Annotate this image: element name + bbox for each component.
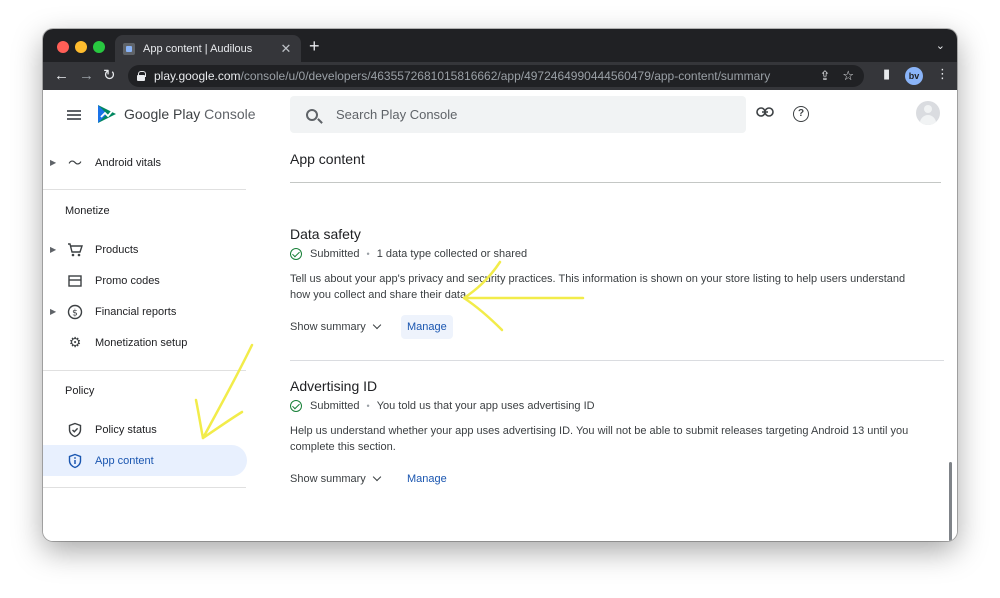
expand-caret-icon[interactable]: ▶: [50, 307, 56, 316]
sidebar-item-policy-status[interactable]: Policy status: [43, 414, 275, 445]
search-input[interactable]: Search Play Console: [336, 107, 457, 122]
sidebar-section-monetize: Monetize: [65, 205, 110, 217]
close-window-button[interactable]: [57, 41, 69, 53]
advertising-id-status: Submitted • You told us that your app us…: [290, 400, 595, 412]
sidebar-divider: [43, 370, 246, 371]
sidebar-item-label: Monetization setup: [95, 336, 188, 349]
minimize-window-button[interactable]: [75, 41, 87, 53]
sidebar-item-label: App content: [95, 454, 154, 467]
sidebar-item-app-content[interactable]: App content: [43, 445, 247, 476]
vitals-pulse-icon: 〜: [68, 154, 82, 171]
brand-name: Google Play Console: [124, 106, 256, 122]
play-console-logo-icon: [98, 105, 116, 123]
browser-toolbar: ← → ↻ play.google.com /console/u/0/devel…: [43, 62, 957, 90]
screenshot-stage: App content | Audilous ✕ + ⌄ ← → ↻ play.…: [0, 0, 1000, 598]
check-circle-icon: [290, 400, 302, 412]
title-divider: [290, 182, 941, 183]
gear-icon: ⚙: [68, 334, 82, 350]
profile-avatar[interactable]: bv: [905, 67, 923, 85]
sidebar-item-promo-codes[interactable]: Promo codes: [43, 265, 275, 296]
side-panel-icon[interactable]: ▮: [883, 66, 890, 82]
shield-info-icon: [66, 452, 84, 470]
sidebar-item-label: Promo codes: [95, 274, 160, 287]
tab-favicon-icon: [123, 42, 135, 55]
shield-check-icon: [66, 421, 84, 439]
status-detail: 1 data type collected or shared: [376, 248, 528, 260]
browser-menu-icon[interactable]: ⋮: [936, 66, 949, 82]
expand-caret-icon[interactable]: ▶: [50, 245, 56, 254]
data-safety-status: Submitted • 1 data type collected or sha…: [290, 248, 527, 260]
sidebar-item-label: Financial reports: [95, 305, 177, 318]
separator-dot: •: [366, 401, 370, 411]
data-safety-manage-button[interactable]: Manage: [401, 315, 453, 339]
storefront-icon: [66, 272, 84, 290]
sidebar-divider: [43, 487, 246, 488]
search-box[interactable]: Search Play Console: [290, 96, 746, 133]
data-safety-description: Tell us about your app's privacy and sec…: [290, 273, 906, 301]
advertising-id-show-summary[interactable]: Show summary: [290, 472, 382, 485]
tab-close-icon[interactable]: ✕: [279, 41, 293, 57]
page-title: App content: [290, 151, 365, 167]
play-console-page: Google Play Console ▶ 〜 Android vitals M…: [43, 90, 957, 541]
status-detail: You told us that your app uses advertisi…: [376, 400, 595, 412]
hamburger-menu-icon[interactable]: [67, 110, 81, 120]
data-safety-title: Data safety: [290, 226, 361, 242]
url-host: play.google.com: [154, 69, 241, 83]
sidebar-item-android-vitals[interactable]: ▶ 〜 Android vitals: [43, 147, 275, 178]
show-summary-label: Show summary: [290, 321, 366, 333]
tab-search-icon[interactable]: ⌄: [936, 39, 945, 52]
forward-icon[interactable]: →: [79, 67, 94, 85]
cart-icon: [66, 241, 84, 259]
browser-window: App content | Audilous ✕ + ⌄ ← → ↻ play.…: [43, 29, 957, 541]
advertising-id-manage-button[interactable]: Manage: [401, 467, 453, 491]
separator-dot: •: [366, 249, 370, 259]
account-avatar[interactable]: [916, 101, 940, 125]
back-icon[interactable]: ←: [54, 67, 69, 85]
zoom-window-button[interactable]: [93, 41, 105, 53]
sidebar-item-label: Policy status: [95, 423, 157, 436]
check-circle-icon: [290, 248, 302, 260]
sidebar-item-monetization-setup[interactable]: ⚙ Monetization setup: [43, 327, 275, 358]
lock-icon: [137, 71, 146, 81]
sidebar-item-label: Android vitals: [95, 156, 162, 169]
share-icon[interactable]: ⇪: [819, 68, 830, 84]
search-icon: [306, 108, 318, 121]
brand-secondary: Console: [204, 106, 256, 122]
main-content: Search Play Console ? App content Data s…: [290, 90, 957, 541]
data-safety-show-summary[interactable]: Show summary: [290, 320, 382, 333]
expand-caret-icon[interactable]: ▶: [50, 158, 56, 167]
scrollbar-thumb[interactable]: [949, 462, 952, 541]
sidebar-divider: [43, 189, 246, 190]
brand-primary: Google Play: [124, 106, 201, 122]
chevron-down-icon: [372, 320, 382, 330]
section-divider: [290, 360, 944, 361]
advertising-id-title: Advertising ID: [290, 378, 378, 394]
sidebar-item-products[interactable]: ▶ Products: [43, 234, 275, 265]
chevron-down-icon: [372, 472, 382, 482]
active-tab[interactable]: App content | Audilous ✕: [115, 35, 301, 62]
url-path: /console/u/0/developers/4635572681015816…: [240, 69, 771, 83]
dollar-circle-icon: $: [66, 303, 84, 321]
sidebar-item-label: Products: [95, 243, 139, 256]
address-bar[interactable]: play.google.com /console/u/0/developers/…: [128, 65, 864, 87]
sidebar-section-policy: Policy: [65, 385, 95, 397]
tab-strip: App content | Audilous ✕ + ⌄: [43, 29, 957, 62]
bookmark-star-icon[interactable]: ☆: [842, 68, 854, 84]
sidebar: Google Play Console ▶ 〜 Android vitals M…: [43, 90, 275, 541]
reload-icon[interactable]: ↻: [103, 67, 116, 85]
sidebar-item-financial-reports[interactable]: ▶ $ Financial reports: [43, 296, 275, 327]
show-summary-label: Show summary: [290, 473, 366, 485]
advertising-id-description: Help us understand whether your app uses…: [290, 425, 909, 453]
status-text: Submitted: [310, 400, 360, 412]
status-text: Submitted: [310, 248, 360, 260]
link-icon[interactable]: [756, 105, 774, 122]
new-tab-button[interactable]: +: [309, 37, 320, 55]
tab-title: App content | Audilous: [143, 42, 253, 55]
help-icon[interactable]: ?: [793, 106, 809, 122]
svg-text:$: $: [72, 308, 78, 318]
